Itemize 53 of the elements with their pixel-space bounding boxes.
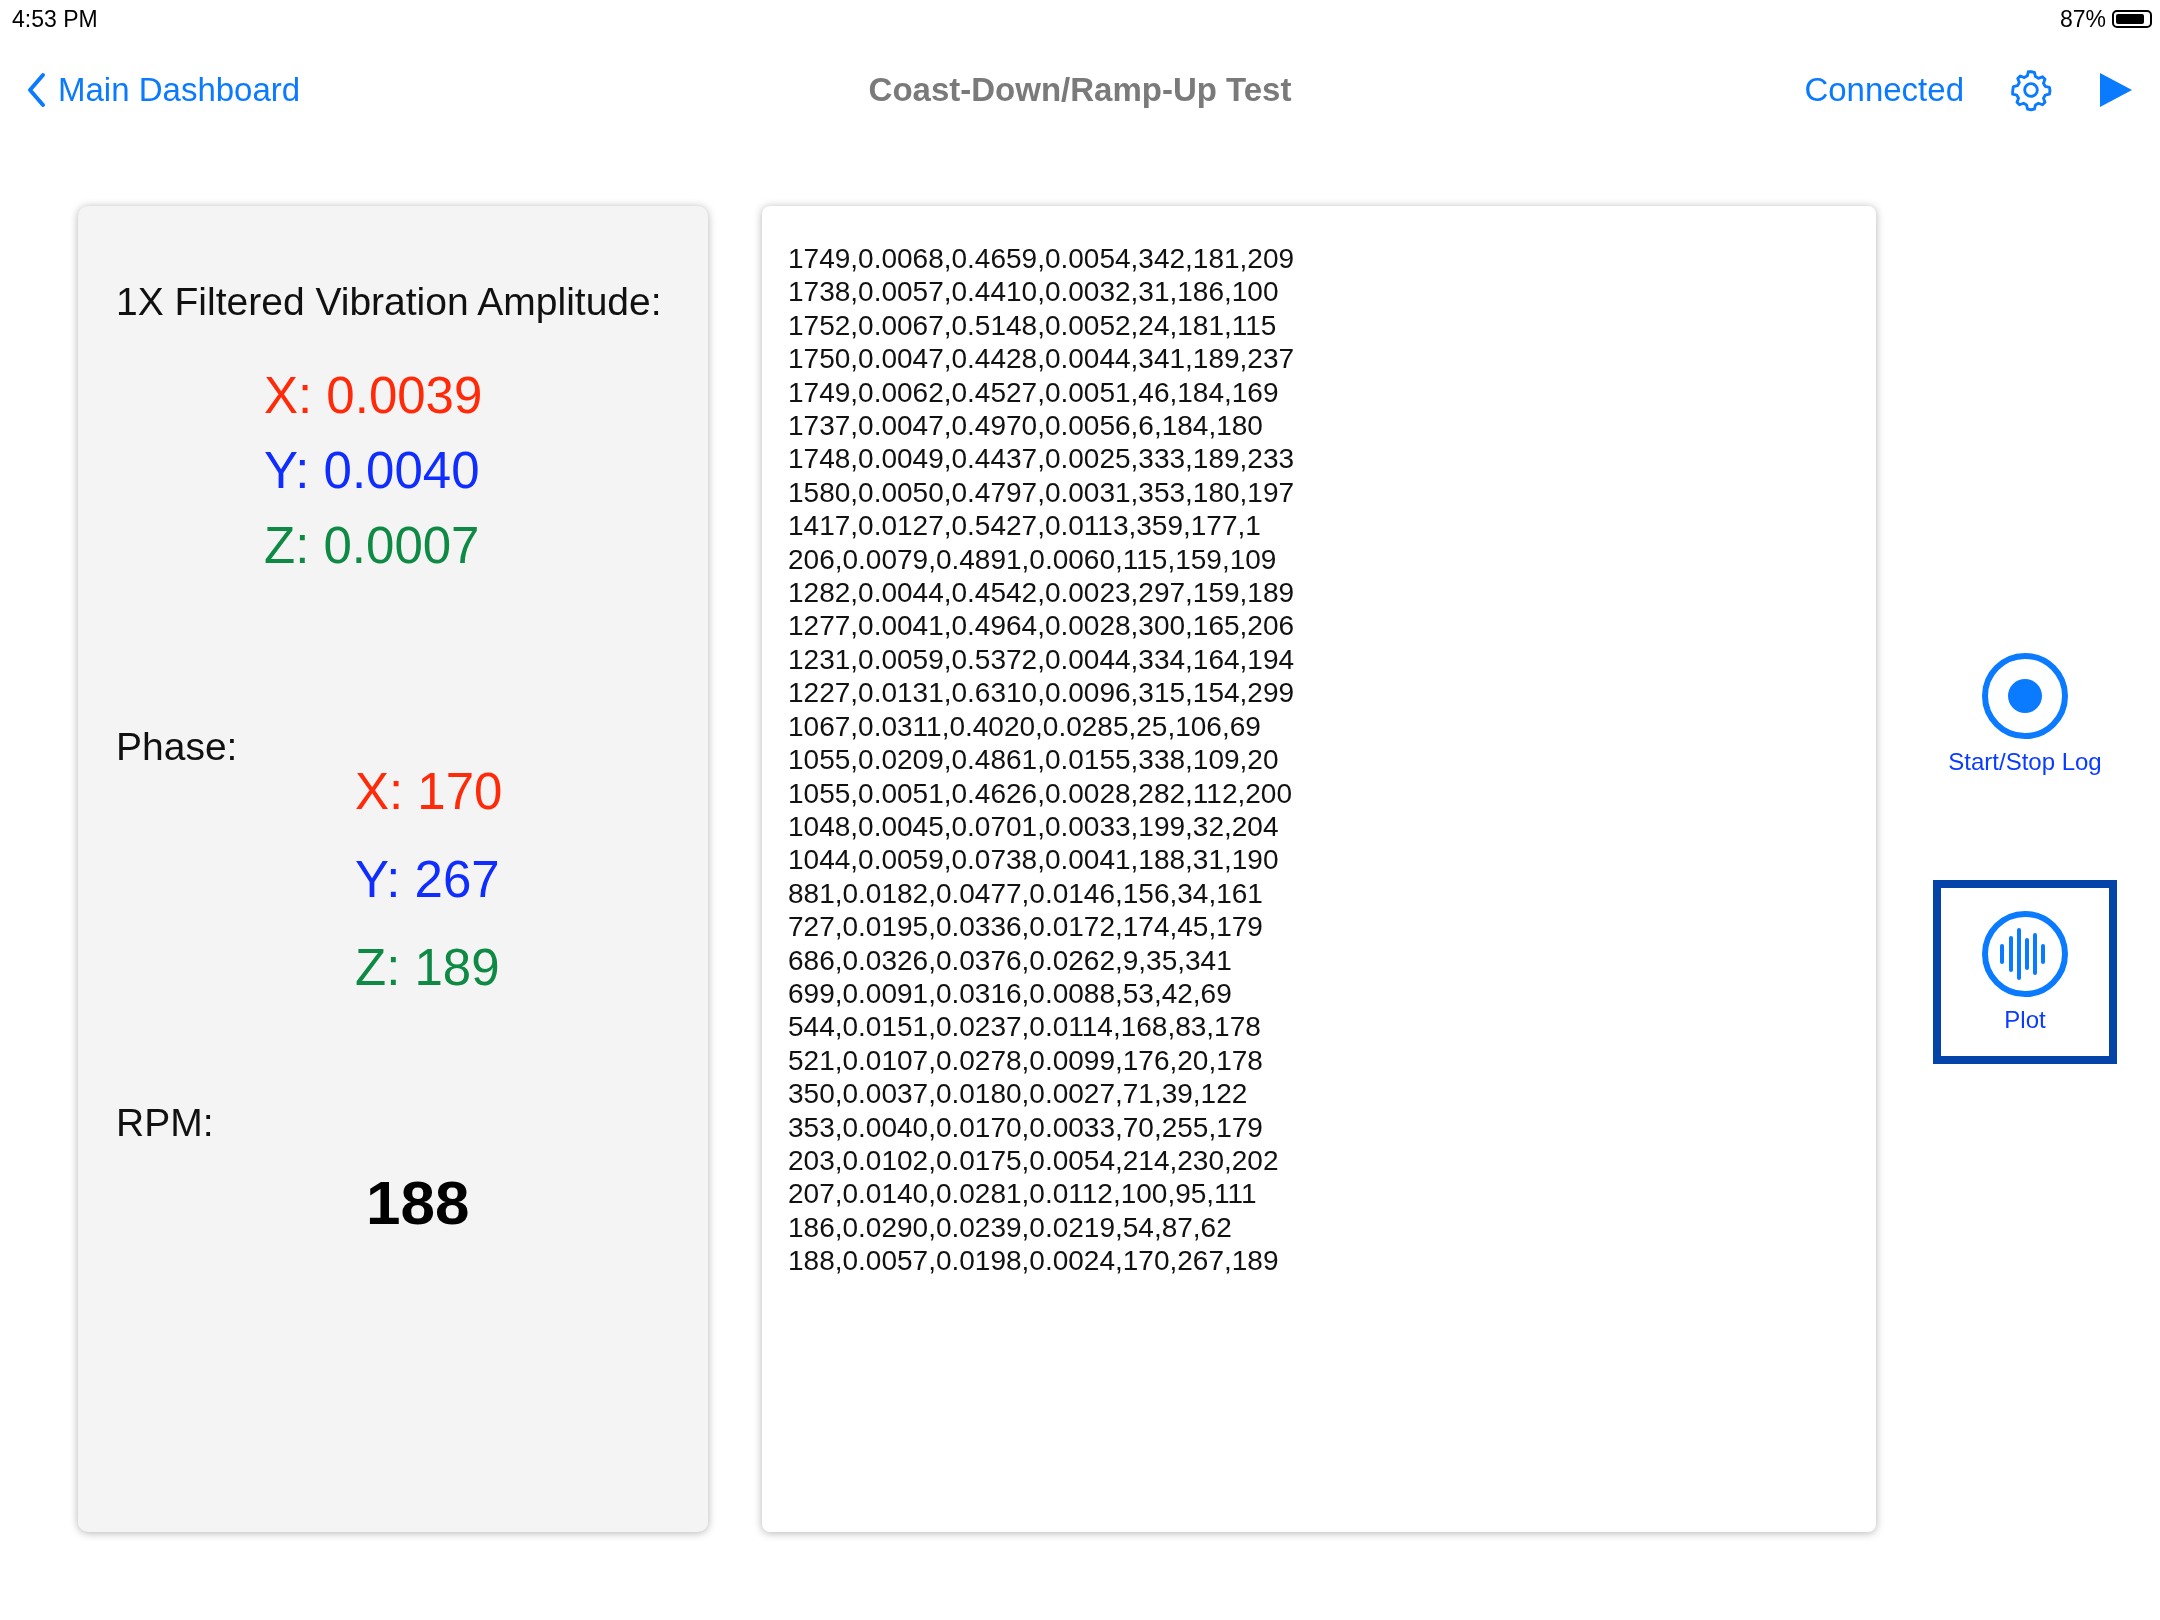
phase-value: X: 170 — [355, 764, 504, 821]
log-line: 353,0.0040,0.0170,0.0033,70,255,179 — [788, 1110, 1264, 1144]
log-line: 1750,0.0047,0.4428,0.0044,341,189,237 — [788, 342, 1296, 376]
plot-button[interactable]: Plot — [1933, 880, 2117, 1064]
log-line: 521,0.0107,0.0278,0.0099,176,20,178 — [788, 1043, 1264, 1078]
settings-icon[interactable] — [2008, 67, 2054, 113]
log-line: 1231,0.0059,0.5372,0.0044,334,164,194 — [788, 642, 1296, 677]
log-line: 203,0.0102,0.0175,0.0054,214,230,202 — [788, 1143, 1280, 1178]
log-line: 686,0.0326,0.0376,0.0262,9,35,341 — [788, 943, 1233, 977]
log-line: 699,0.0091,0.0316,0.0088,53,42,69 — [788, 976, 1233, 1011]
amplitude-heading: 1X Filtered Vibration Amplitude: — [116, 280, 663, 324]
status-time: 4:53 PM — [12, 5, 98, 33]
log-line: 1277,0.0041,0.4964,0.0028,300,165,206 — [788, 609, 1296, 643]
log-line: 1738,0.0057,0.4410,0.0032,31,186,100 — [788, 275, 1280, 309]
play-icon[interactable] — [2098, 71, 2134, 109]
log-line: 1748,0.0049,0.4437,0.0025,333,189,233 — [788, 442, 1296, 476]
screen-title: Coast-Down/Ramp-Up Test — [868, 71, 1292, 109]
rpm-heading: RPM: — [116, 1100, 215, 1145]
log-line: 186,0.0290,0.0239,0.0219,54,87,62 — [788, 1210, 1233, 1245]
log-line: 1749,0.0068,0.4659,0.0054,342,181,209 — [788, 242, 1296, 276]
log-line: 544,0.0151,0.0237,0.0114,168,83,178 — [788, 1010, 1262, 1044]
log-line: 1417,0.0127,0.5427,0.0113,359,177,1 — [788, 509, 1262, 543]
log-line: 207,0.0140,0.0281,0.0112,100,95,111 — [788, 1177, 1258, 1211]
phase-value: Z: 189 — [355, 940, 501, 997]
log-line: 1749,0.0062,0.4527,0.0051,46,184,169 — [788, 375, 1280, 410]
log-line: 881,0.0182,0.0477,0.0146,156,34,161 — [788, 876, 1264, 911]
log-line: 1737,0.0047,0.4970,0.0056,6,184,180 — [788, 409, 1264, 443]
amplitude-value: Z: 0.0007 — [264, 518, 481, 575]
connection-status-link[interactable]: Connected — [1804, 71, 1964, 109]
log-line: 1055,0.0051,0.4626,0.0028,282,112,200 — [788, 776, 1293, 810]
log-line: 350,0.0037,0.0180,0.0027,71,39,122 — [788, 1077, 1249, 1111]
log-line: 1282,0.0044,0.4542,0.0023,297,159,189 — [788, 576, 1296, 610]
phase-heading: Phase: — [116, 725, 239, 770]
log-line: 1067,0.0311,0.4020,0.0285,25,106,69 — [788, 709, 1262, 744]
record-icon — [1981, 652, 2069, 740]
log-line: 1227,0.0131,0.6310,0.0096,315,154,299 — [788, 676, 1296, 710]
waveform-icon — [1981, 910, 2069, 998]
amplitude-value: X: 0.0039 — [264, 368, 484, 425]
phase-value: Y: 267 — [355, 852, 501, 909]
battery-icon — [2112, 10, 2152, 28]
log-line: 1752,0.0067,0.5148,0.0052,24,181,115 — [788, 308, 1278, 343]
log-line: 1055,0.0209,0.4861,0.0155,338,109,20 — [788, 743, 1280, 777]
log-line: 1044,0.0059,0.0738,0.0041,188,31,190 — [788, 843, 1280, 877]
back-link[interactable]: Main Dashboard — [26, 71, 301, 109]
chevron-left-icon — [26, 72, 46, 108]
log-line: 188,0.0057,0.0198,0.0024,170,267,189 — [788, 1244, 1280, 1278]
log-line: 206,0.0079,0.4891,0.0060,115,159,109 — [788, 542, 1278, 577]
log-line: 1048,0.0045,0.0701,0.0033,199,32,204 — [788, 809, 1280, 844]
battery-percent: 87% — [2059, 5, 2106, 33]
amplitude-value: Y: 0.0040 — [264, 443, 481, 500]
log-line: 1580,0.0050,0.4797,0.0031,353,180,197 — [788, 475, 1296, 510]
rpm-value: 188 — [365, 1166, 471, 1238]
log-line: 727,0.0195,0.0336,0.0172,174,45,179 — [788, 910, 1264, 944]
